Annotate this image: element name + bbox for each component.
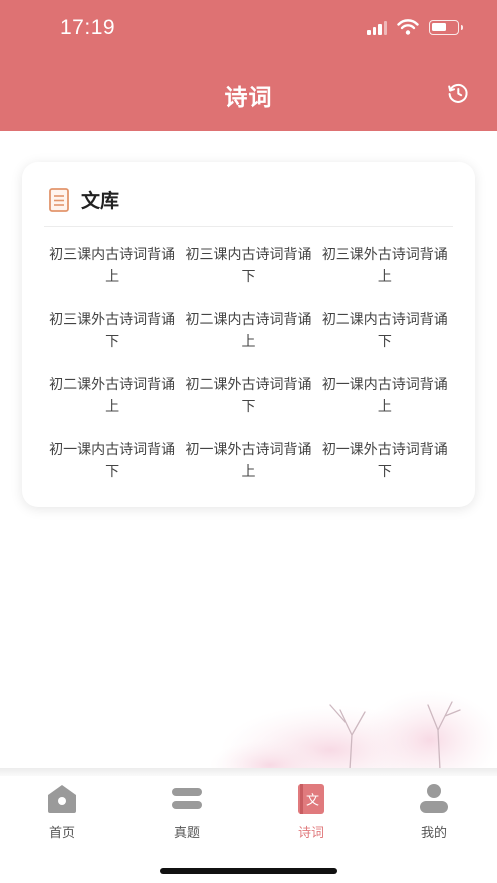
- library-item[interactable]: 初二课外古诗词背诵 下: [180, 374, 316, 439]
- tab-label: 我的: [420, 826, 447, 841]
- tab-poetry[interactable]: 文 诗词: [261, 782, 361, 841]
- page-title: 诗词: [224, 85, 273, 111]
- signal-icon: [367, 19, 387, 35]
- tab-label: 诗词: [297, 826, 324, 841]
- tab-bar: 首页 真题 文 诗词 我的: [0, 768, 497, 883]
- user-icon: [420, 784, 448, 813]
- poetry-book-icon: 文: [298, 784, 324, 814]
- status-time: 17:19: [60, 16, 116, 39]
- library-item[interactable]: 初一课外古诗词背诵 上: [180, 439, 316, 504]
- app-header: 17:19 诗词: [0, 0, 497, 131]
- tab-label: 首页: [48, 826, 75, 841]
- library-card: 文库 初三课内古诗词背诵 上 初三课内古诗词背诵 下 初三课外古诗词背诵 上 初…: [22, 162, 475, 507]
- library-item[interactable]: 初一课内古诗词背诵 上: [317, 374, 453, 439]
- library-item[interactable]: 初二课外古诗词背诵 上: [44, 374, 180, 439]
- status-icons: [367, 19, 463, 35]
- library-header: 文库: [49, 186, 119, 213]
- library-item[interactable]: 初三课外古诗词背诵 下: [44, 309, 180, 374]
- history-clock-icon[interactable]: [446, 81, 470, 105]
- battery-icon: [429, 19, 463, 35]
- divider: [44, 226, 453, 227]
- library-item[interactable]: 初三课内古诗词背诵 上: [44, 244, 180, 309]
- home-indicator: [160, 868, 337, 874]
- library-item[interactable]: 初一课外古诗词背诵 下: [317, 439, 453, 504]
- home-icon: [48, 785, 76, 813]
- library-item[interactable]: 初二课内古诗词背诵 下: [317, 309, 453, 374]
- blossom-tree-decoration: [210, 690, 497, 780]
- tab-profile[interactable]: 我的: [384, 782, 484, 841]
- wifi-icon: [397, 19, 419, 35]
- tab-home[interactable]: 首页: [12, 782, 112, 841]
- document-icon: [49, 187, 69, 212]
- papers-icon: [172, 788, 202, 809]
- tab-label: 真题: [173, 826, 200, 841]
- tab-papers[interactable]: 真题: [137, 782, 237, 841]
- library-grid: 初三课内古诗词背诵 上 初三课内古诗词背诵 下 初三课外古诗词背诵 上 初三课外…: [44, 244, 453, 504]
- library-item[interactable]: 初二课内古诗词背诵 上: [180, 309, 316, 374]
- library-title: 文库: [81, 190, 120, 212]
- poetry-book-char: 文: [306, 794, 319, 809]
- library-item[interactable]: 初三课外古诗词背诵 上: [317, 244, 453, 309]
- library-item[interactable]: 初三课内古诗词背诵 下: [180, 244, 316, 309]
- library-item[interactable]: 初一课内古诗词背诵 下: [44, 439, 180, 504]
